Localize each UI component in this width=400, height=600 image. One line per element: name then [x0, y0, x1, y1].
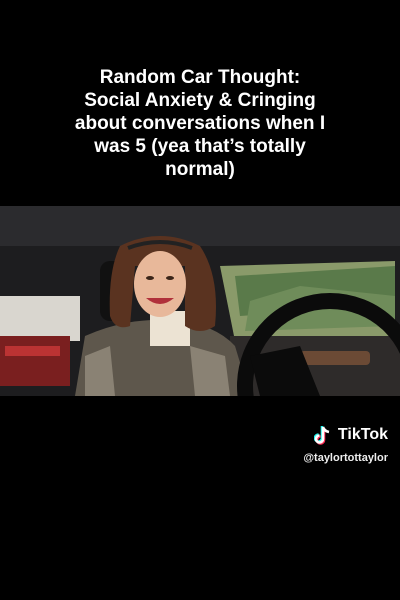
caption-line: Random Car Thought: [99, 67, 301, 88]
tiktok-brand-label: TikTok [337, 426, 388, 443]
video-scene [0, 206, 400, 396]
tiktok-watermark: TikTok @taylortottaylor [303, 424, 388, 464]
video-frame[interactable] [0, 206, 400, 396]
caption-line: was 5 (yea that’s totally [94, 136, 306, 157]
video-caption: Random Car Thought: Social Anxiety & Cri… [20, 66, 380, 181]
rear-window [0, 296, 80, 341]
caption-line: about conversations when I [74, 113, 326, 134]
caption-line: Social Anxiety & Cringing [84, 90, 316, 111]
tiktok-logo-icon [313, 426, 330, 445]
creator-handle: @taylortottaylor [303, 452, 388, 464]
child-seat [0, 336, 70, 386]
caption-line: normal) [165, 159, 235, 180]
